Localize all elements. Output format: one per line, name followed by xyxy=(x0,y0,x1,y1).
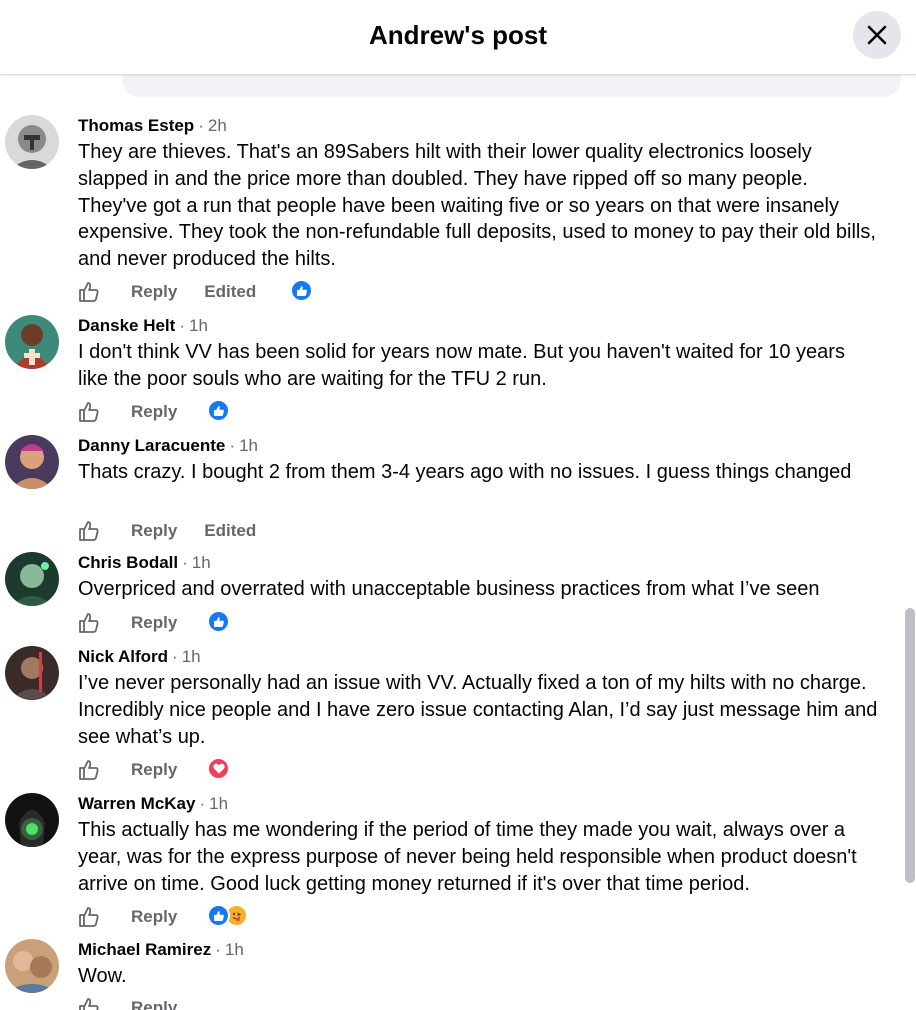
reactions[interactable] xyxy=(290,279,313,303)
reactions[interactable] xyxy=(207,399,230,423)
close-icon xyxy=(867,25,887,45)
avatar[interactable] xyxy=(5,646,59,700)
reactions[interactable] xyxy=(207,610,230,634)
comment-text: Overpriced and overrated with unacceptab… xyxy=(78,578,820,600)
comment-time[interactable]: 1h xyxy=(209,794,228,813)
love-reaction-icon xyxy=(207,757,230,780)
separator-dot: · xyxy=(199,794,206,813)
reply-button[interactable]: Reply xyxy=(131,402,177,422)
reactions[interactable] xyxy=(207,904,248,928)
comment-text: I’ve never personally had an issue with … xyxy=(78,672,878,748)
comment-author[interactable]: Chris Bodall xyxy=(78,553,178,572)
comment-time[interactable]: 2h xyxy=(208,116,227,135)
comment-time[interactable]: 1h xyxy=(192,553,211,572)
comment-author[interactable]: Nick Alford xyxy=(78,647,168,666)
avatar[interactable] xyxy=(5,115,59,169)
thumbs-up-icon[interactable] xyxy=(78,281,100,303)
like-reaction-icon xyxy=(207,904,230,927)
comment-author[interactable]: Michael Ramirez xyxy=(78,940,211,959)
comment-actions: Reply xyxy=(78,904,177,930)
thumbs-up-icon[interactable] xyxy=(78,520,100,542)
comment-text: Thats crazy. I bought 2 from them 3-4 ye… xyxy=(78,461,852,483)
comment-time[interactable]: 1h xyxy=(225,940,244,959)
thumbs-up-icon[interactable] xyxy=(78,612,100,634)
comment-actions: Reply Edited xyxy=(78,518,256,544)
reply-button[interactable]: Reply xyxy=(131,760,177,780)
comment-actions: Reply xyxy=(78,995,177,1010)
separator-dot: · xyxy=(179,316,185,335)
comment-time[interactable]: 1h xyxy=(189,316,208,335)
avatar[interactable] xyxy=(5,435,59,489)
edited-label[interactable]: Edited xyxy=(204,282,256,302)
close-button[interactable] xyxy=(853,11,901,59)
avatar[interactable] xyxy=(5,793,59,847)
comment-meta: Chris Bodall · 1h xyxy=(78,552,211,574)
like-reaction-icon xyxy=(290,279,313,302)
avatar[interactable] xyxy=(5,315,59,369)
comment-text: They are thieves. That's an 89Sabers hil… xyxy=(78,141,876,271)
comment-meta: Nick Alford · 1h xyxy=(78,646,201,668)
post-dialog-header: Andrew's post xyxy=(0,0,916,75)
comment-author[interactable]: Warren McKay xyxy=(78,794,195,813)
like-reaction-icon xyxy=(207,399,230,422)
comment-author[interactable]: Thomas Estep xyxy=(78,116,194,135)
avatar[interactable] xyxy=(5,939,59,993)
reactions[interactable] xyxy=(207,757,230,781)
thumbs-up-icon[interactable] xyxy=(78,759,100,781)
separator-dot: · xyxy=(182,553,188,572)
scrollbar-thumb[interactable] xyxy=(905,608,915,883)
comment-time[interactable]: 1h xyxy=(182,647,201,666)
comment-meta: Thomas Estep · 2h xyxy=(78,115,227,137)
comment-text: I don't think VV has been solid for year… xyxy=(78,341,845,390)
reply-button[interactable]: Reply xyxy=(131,613,177,633)
reply-button[interactable]: Reply xyxy=(131,998,177,1010)
dialog-title: Andrew's post xyxy=(368,20,548,50)
comment-text: This actually has me wondering if the pe… xyxy=(78,819,857,895)
thumbs-up-icon[interactable] xyxy=(78,906,100,928)
comment-actions: Reply Edited xyxy=(78,279,256,305)
separator-dot: · xyxy=(215,940,221,959)
comment-meta: Danny Laracuente · 1h xyxy=(78,435,258,457)
previous-comment-bubble xyxy=(122,75,901,97)
comment-meta: Warren McKay · 1h xyxy=(78,793,228,815)
comment-time[interactable]: 1h xyxy=(239,436,258,455)
reply-button[interactable]: Reply xyxy=(131,907,177,927)
comment-actions: Reply xyxy=(78,399,177,425)
separator-dot: · xyxy=(198,116,204,135)
comment-author[interactable]: Danny Laracuente xyxy=(78,436,225,455)
separator-dot: · xyxy=(229,436,236,455)
comment-meta: Danske Helt · 1h xyxy=(78,315,208,337)
separator-dot: · xyxy=(172,647,178,666)
comment-actions: Reply xyxy=(78,610,177,636)
thumbs-up-icon[interactable] xyxy=(78,997,100,1010)
thumbs-up-icon[interactable] xyxy=(78,401,100,423)
reply-button[interactable]: Reply xyxy=(131,521,177,541)
like-reaction-icon xyxy=(207,610,230,633)
reply-button[interactable]: Reply xyxy=(131,282,177,302)
comment-meta: Michael Ramirez · 1h xyxy=(78,939,244,961)
comment-actions: Reply xyxy=(78,757,177,783)
avatar[interactable] xyxy=(5,552,59,606)
comment-author[interactable]: Danske Helt xyxy=(78,316,175,335)
edited-label[interactable]: Edited xyxy=(204,521,256,541)
comment-text: Wow. xyxy=(78,965,127,987)
